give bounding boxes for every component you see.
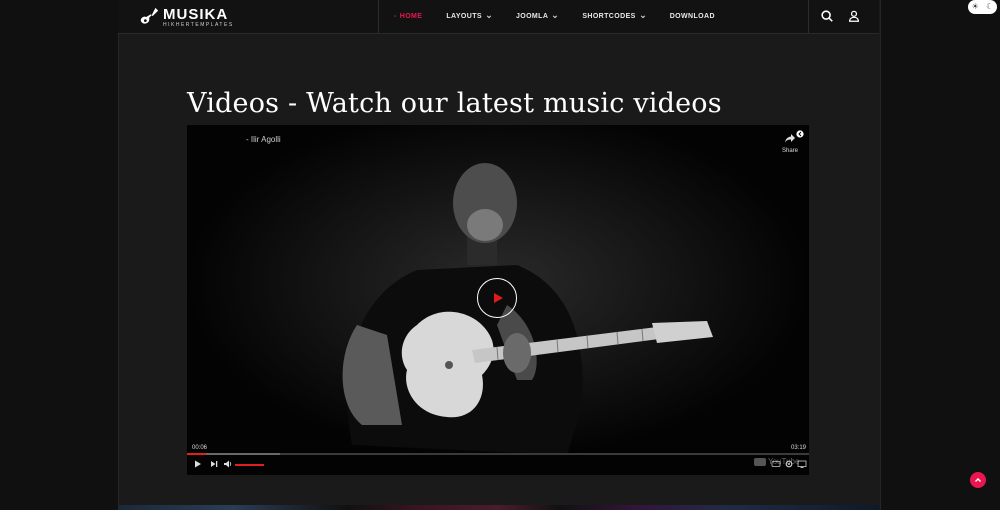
- chevron-down-icon: [553, 14, 558, 18]
- nav-item-label: LAYOUTS: [446, 13, 482, 20]
- play-icon: [493, 293, 503, 303]
- site-header: MUSIKA HIKHERTEMPLATES - HOME LAYOUTS JO…: [118, 0, 879, 34]
- next-icon[interactable]: [209, 459, 219, 469]
- duration: 03:19: [791, 445, 807, 451]
- nav-item-label: DOWNLOAD: [669, 13, 715, 20]
- chevron-down-icon: [486, 14, 492, 18]
- logo-name: MUSIKA: [163, 5, 229, 23]
- play-icon[interactable]: [193, 459, 203, 469]
- play-button[interactable]: [477, 278, 517, 318]
- main-nav: - HOME LAYOUTS JOOMLA SHORTCODES DOWNLOA…: [394, 0, 739, 33]
- nav-item-label: SHORTCODES: [582, 13, 636, 20]
- captions-icon[interactable]: [771, 459, 781, 469]
- guitar-logo-icon: [140, 7, 159, 24]
- nav-item-layouts[interactable]: LAYOUTS: [446, 13, 492, 20]
- cast-icon[interactable]: [797, 459, 807, 469]
- nav-item-label: JOOMLA: [515, 13, 549, 20]
- video-player[interactable]: - Ilir Agolli Share 00:06 03:19 YouTube: [187, 125, 809, 475]
- video-title[interactable]: - Ilir Agolli: [246, 135, 281, 144]
- chevron-down-icon: [640, 14, 645, 18]
- nav-item-joomla[interactable]: JOOMLA: [516, 13, 558, 20]
- theme-toggle[interactable]: ☀ ☾: [968, 0, 997, 14]
- scroll-to-top-button[interactable]: [970, 472, 986, 488]
- search-icon[interactable]: [820, 9, 834, 23]
- nav-item-download[interactable]: DOWNLOAD: [670, 13, 715, 20]
- active-indicator: -: [394, 13, 397, 20]
- page-title: Videos - Watch our latest music videos: [187, 88, 722, 119]
- site-logo[interactable]: MUSIKA HIKHERTEMPLATES: [138, 5, 234, 29]
- youtube-logo-icon: [754, 457, 766, 466]
- volume-icon[interactable]: [223, 459, 233, 469]
- nav-divider-right: [808, 0, 809, 33]
- moon-icon: ☾: [986, 2, 994, 11]
- nav-divider-left: [378, 0, 379, 33]
- current-time: 00:06: [192, 445, 208, 451]
- nav-item-label: HOME: [399, 13, 423, 20]
- share-icon: [785, 134, 795, 143]
- nav-item-shortcodes[interactable]: SHORTCODES: [582, 13, 645, 20]
- settings-icon[interactable]: [784, 459, 794, 469]
- share-label: Share: [781, 148, 798, 154]
- sun-icon: ☀: [971, 2, 979, 11]
- chevron-up-icon: [975, 478, 981, 482]
- info-icon[interactable]: [796, 130, 804, 138]
- user-icon[interactable]: [847, 9, 861, 23]
- volume-slider[interactable]: [235, 464, 264, 466]
- nav-item-home[interactable]: - HOME: [394, 13, 422, 20]
- next-section-thumbnails: [118, 505, 879, 510]
- progress-bar[interactable]: [187, 453, 809, 455]
- progress-played: [187, 453, 206, 455]
- logo-tagline: HIKHERTEMPLATES: [163, 21, 234, 28]
